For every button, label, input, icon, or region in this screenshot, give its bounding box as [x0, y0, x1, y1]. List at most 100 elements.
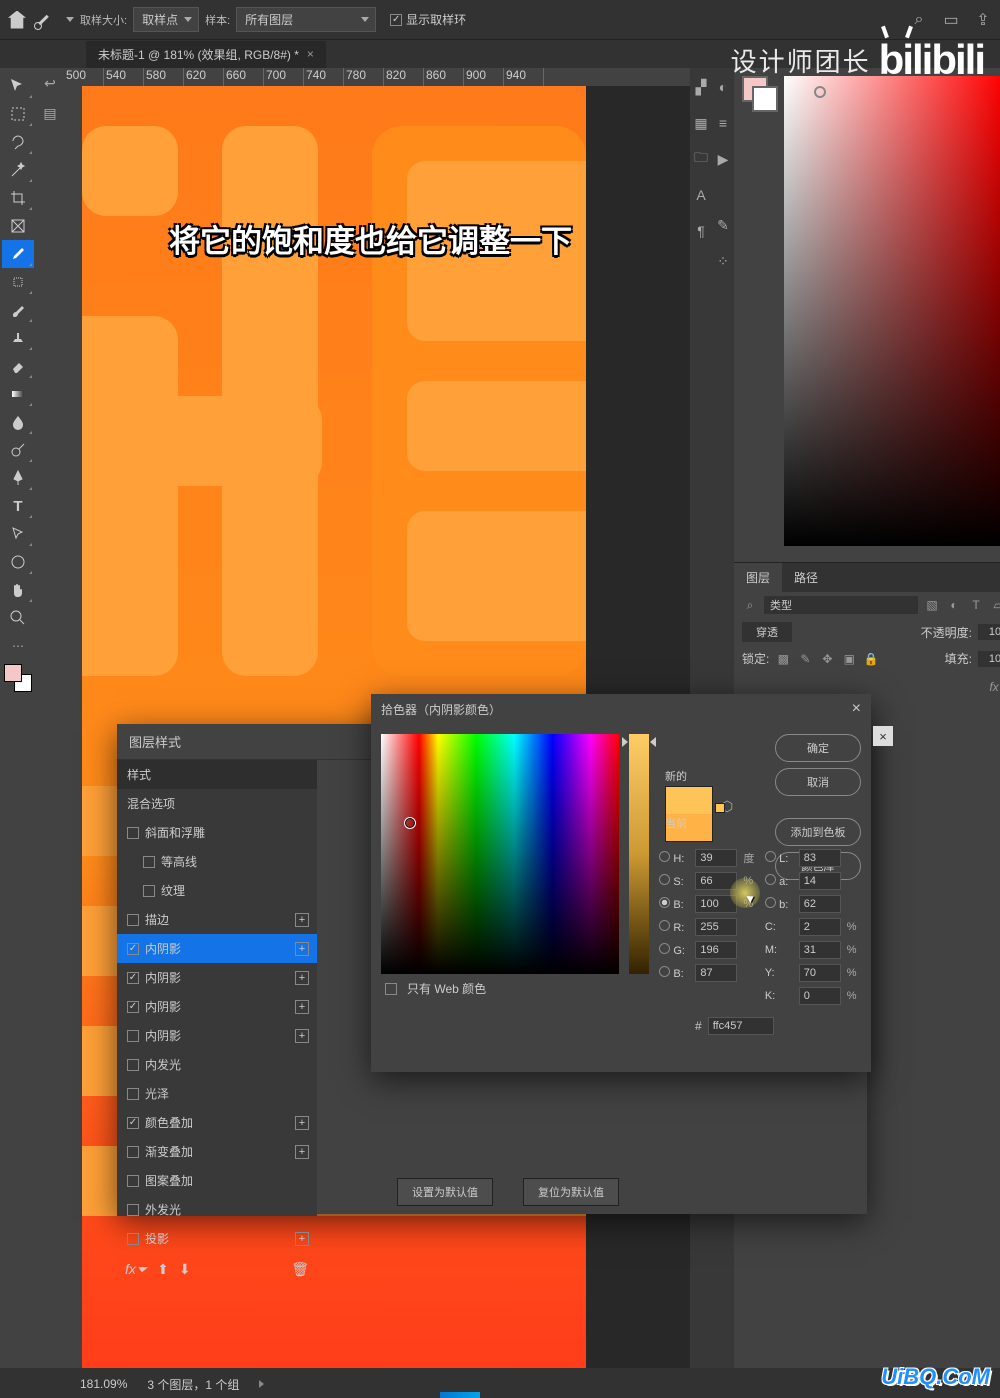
add-effect-icon[interactable]: +	[295, 942, 309, 956]
search-icon[interactable]: ⌕	[910, 11, 928, 29]
document-info[interactable]: 3 个图层，1 个组	[147, 1376, 239, 1393]
effect-checkbox[interactable]	[127, 1146, 139, 1158]
color-field[interactable]	[381, 734, 619, 974]
ellipse-tool[interactable]	[2, 548, 34, 576]
effect-item[interactable]: 等高线	[117, 847, 317, 876]
g-radio[interactable]	[659, 943, 670, 954]
layer-style-close-icon[interactable]: ×	[873, 726, 893, 746]
sample-size-select[interactable]: 取样点	[133, 7, 199, 32]
a-input[interactable]	[799, 872, 841, 890]
pen-tool[interactable]	[2, 464, 34, 492]
s-radio[interactable]	[659, 874, 670, 885]
share-icon[interactable]: ⇪	[974, 11, 992, 29]
close-icon[interactable]: ×	[852, 700, 861, 718]
brightness-slider[interactable]	[629, 734, 649, 974]
effect-item[interactable]: 样式	[117, 760, 317, 789]
path-selection-tool[interactable]	[2, 520, 34, 548]
tool-preset-chevron-icon[interactable]	[66, 17, 74, 22]
libraries-icon[interactable]: 🗀	[690, 148, 712, 170]
b-radio[interactable]	[659, 897, 670, 908]
eraser-tool[interactable]	[2, 352, 34, 380]
effect-item[interactable]: 内阴影+	[117, 992, 317, 1021]
actions-icon[interactable]: ▶	[712, 148, 734, 170]
effect-item[interactable]: 颜色叠加+	[117, 1108, 317, 1137]
g-input[interactable]	[695, 941, 737, 959]
filter-image-icon[interactable]: ▧	[924, 597, 940, 613]
lock-artboard-icon[interactable]: ▣	[841, 651, 857, 667]
foreground-background-color[interactable]	[4, 664, 32, 692]
lock-all-icon[interactable]: 🔒	[863, 651, 879, 667]
effect-item[interactable]: 纹理	[117, 876, 317, 905]
frame-tool[interactable]	[2, 212, 34, 240]
color-field[interactable]	[784, 76, 1000, 546]
marquee-tool[interactable]	[2, 100, 34, 128]
gradient-tool[interactable]	[2, 380, 34, 408]
filter-adjust-icon[interactable]: ◐	[946, 597, 962, 613]
panel-icon[interactable]: ▤	[41, 104, 59, 122]
ok-button[interactable]: 确定	[775, 734, 861, 762]
effect-checkbox[interactable]	[127, 1030, 139, 1042]
swatches-icon[interactable]: ▦	[690, 112, 712, 134]
type-tool[interactable]: T	[2, 492, 34, 520]
clone-stamp-tool[interactable]	[2, 324, 34, 352]
history-icon[interactable]: ↩	[41, 74, 59, 92]
r-input[interactable]	[695, 918, 737, 936]
effect-item[interactable]: 斜面和浮雕	[117, 818, 317, 847]
k-input[interactable]	[799, 987, 841, 1005]
effect-checkbox[interactable]	[127, 1175, 139, 1187]
hand-tool[interactable]	[2, 576, 34, 604]
effect-item[interactable]: 渐变叠加+	[117, 1137, 317, 1166]
h-radio[interactable]	[659, 851, 670, 862]
histogram-icon[interactable]: ▞	[690, 76, 712, 98]
trash-icon[interactable]: 🗑	[291, 1261, 309, 1278]
move-tool[interactable]	[2, 72, 34, 100]
document-tab[interactable]: 未标题-1 @ 181% (效果组, RGB/8#) * ×	[86, 41, 326, 68]
effect-checkbox[interactable]	[143, 856, 155, 868]
hex-input[interactable]	[708, 1017, 774, 1035]
layers-tab[interactable]: 图层	[734, 563, 782, 592]
h-input[interactable]	[695, 849, 737, 867]
blur-tool[interactable]	[2, 408, 34, 436]
effect-item[interactable]: 内阴影+	[117, 934, 317, 963]
blue-input[interactable]	[695, 964, 737, 982]
fx-icon[interactable]: fx	[986, 679, 1000, 695]
close-tab-icon[interactable]: ×	[307, 47, 314, 61]
home-icon[interactable]	[8, 11, 26, 29]
effect-checkbox[interactable]	[143, 885, 155, 897]
effect-checkbox[interactable]	[127, 1001, 139, 1013]
lock-paint-icon[interactable]: ✎	[797, 651, 813, 667]
add-effect-icon[interactable]: +	[295, 1000, 309, 1014]
add-effect-icon[interactable]: +	[295, 1145, 309, 1159]
make-default-button[interactable]: 设置为默认值	[397, 1178, 493, 1206]
fx-menu-icon[interactable]: fx⏷	[125, 1261, 147, 1278]
opacity-input[interactable]: 100%	[978, 624, 1000, 640]
brush-tool[interactable]	[2, 296, 34, 324]
workspace-icon[interactable]: ▭	[942, 11, 960, 29]
effect-checkbox[interactable]	[127, 972, 139, 984]
a-radio[interactable]	[765, 874, 776, 885]
add-effect-icon[interactable]: +	[295, 913, 309, 927]
effect-checkbox[interactable]	[127, 827, 139, 839]
effect-item[interactable]: 投影+	[117, 1224, 317, 1253]
r-radio[interactable]	[659, 920, 670, 931]
web-colors-checkbox[interactable]	[385, 983, 397, 995]
lab-b-radio[interactable]	[765, 897, 776, 908]
effect-checkbox[interactable]	[127, 943, 139, 955]
new-current-swatch[interactable]	[665, 786, 713, 842]
crop-tool[interactable]	[2, 184, 34, 212]
ruler-horizontal[interactable]: 500540580620660700740780820860900940	[64, 68, 690, 86]
reset-default-button[interactable]: 复位为默认值	[523, 1178, 619, 1206]
effect-checkbox[interactable]	[127, 914, 139, 926]
filter-type-icon[interactable]: T	[968, 597, 984, 613]
character-icon[interactable]: A	[690, 184, 712, 206]
layer-filter-type[interactable]	[764, 596, 918, 614]
c-input[interactable]	[799, 918, 841, 936]
brushes-icon[interactable]: ⁘	[712, 250, 734, 272]
effect-item[interactable]: 内发光	[117, 1050, 317, 1079]
add-effect-icon[interactable]: +	[295, 1116, 309, 1130]
color-picker-titlebar[interactable]: 拾色器（内阴影颜色） ×	[371, 694, 871, 724]
status-menu-chevron-icon[interactable]	[259, 1380, 264, 1388]
ruler-vertical[interactable]	[64, 86, 82, 1368]
effect-checkbox[interactable]	[127, 1204, 139, 1216]
add-effect-icon[interactable]: +	[295, 1029, 309, 1043]
